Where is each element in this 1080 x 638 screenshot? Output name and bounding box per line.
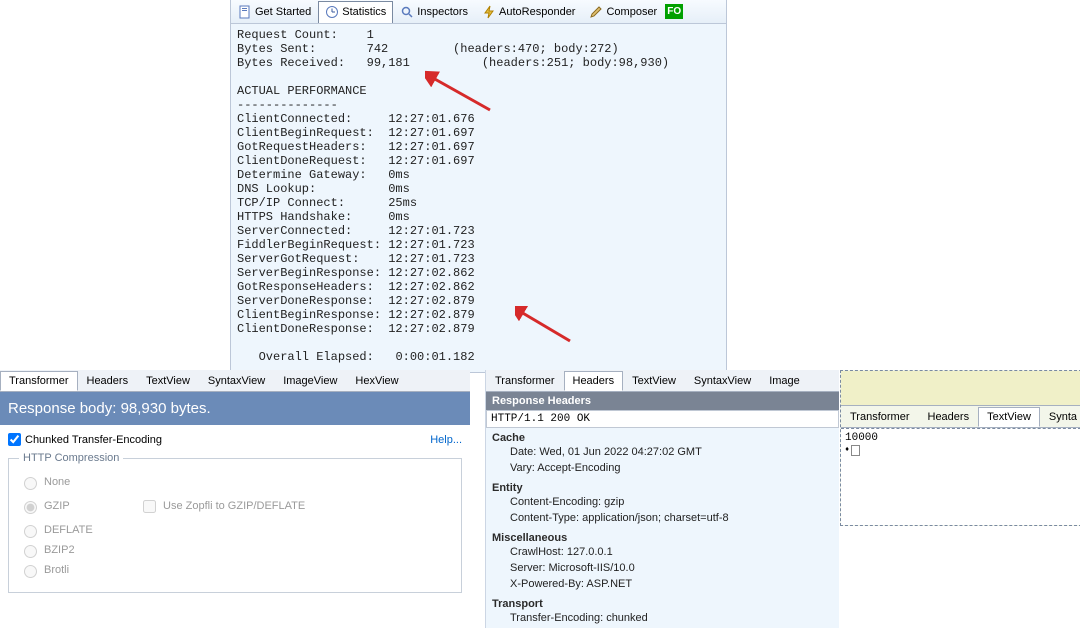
search-icon [400, 5, 414, 19]
tab-statistics[interactable]: Statistics [318, 1, 393, 24]
chunked-checkbox-row[interactable]: Chunked Transfer-Encoding [8, 433, 462, 446]
tab-transformer[interactable]: Transformer [0, 371, 78, 391]
zopfli-checkbox-row[interactable]: Use Zopfli to GZIP/DEFLATE [139, 497, 305, 516]
tab-syntaxview[interactable]: SyntaxView [199, 371, 274, 391]
bm-tabstrip: Transformer Headers TextView SyntaxView … [486, 370, 839, 392]
radio-none[interactable] [24, 477, 37, 490]
tab-get-started[interactable]: Get Started [231, 0, 318, 23]
tab-headers[interactable]: Headers [78, 371, 138, 391]
tab-transformer[interactable]: Transformer [841, 407, 919, 427]
radio-brotli[interactable] [24, 565, 37, 578]
doc-icon [238, 5, 252, 19]
pencil-icon [589, 5, 603, 19]
radio-deflate[interactable] [24, 525, 37, 538]
content-encoding-value: Content-Encoding: gzip [492, 494, 833, 510]
tab-syntaxview[interactable]: SyntaxView [685, 371, 760, 391]
statistics-panel: Get Started Statistics Inspectors AutoRe… [230, 0, 727, 373]
tab-label: AutoResponder [499, 6, 575, 18]
tab-label: Composer [606, 6, 657, 18]
http-compression-group: HTTP Compression None GZIP Use Zopfli to… [8, 452, 462, 593]
tab-headers[interactable]: Headers [564, 371, 624, 391]
fo-badge: FO [665, 4, 683, 19]
header-group-transport: Transport Transfer-Encoding: chunked [486, 598, 839, 628]
tab-composer[interactable]: Composer [582, 0, 664, 23]
top-tabstrip: Get Started Statistics Inspectors AutoRe… [231, 0, 726, 24]
tab-imageview[interactable]: Image [760, 371, 809, 391]
radio-gzip[interactable] [24, 501, 37, 514]
response-body-size: Response body: 98,930 bytes. [0, 392, 470, 425]
help-link[interactable]: Help... [430, 434, 462, 446]
response-headers-bar: Response Headers [486, 392, 839, 410]
panel-header-blank [841, 371, 1080, 406]
chunked-checkbox[interactable] [8, 433, 21, 446]
zopfli-checkbox[interactable] [143, 500, 156, 513]
radio-bzip2[interactable] [24, 545, 37, 558]
http-status: HTTP/1.1 200 OK [486, 410, 839, 428]
tab-label: Inspectors [417, 6, 468, 18]
statistics-text: Request Count: 1 Bytes Sent: 742 (header… [231, 24, 726, 372]
tab-hexview[interactable]: HexView [346, 371, 407, 391]
tab-autoresponder[interactable]: AutoResponder [475, 0, 582, 23]
tab-fo[interactable]: FO [664, 0, 684, 23]
header-group-entity: Entity Content-Encoding: gzip Content-Ty… [486, 482, 839, 528]
tab-label: Statistics [342, 6, 386, 18]
header-group-cache: Cache Date: Wed, 01 Jun 2022 04:27:02 GM… [486, 432, 839, 478]
br-tabstrip: Transformer Headers TextView Synta [841, 406, 1080, 428]
radio-deflate-row[interactable]: DEFLATE [19, 522, 451, 538]
bl-tabstrip: Transformer Headers TextView SyntaxView … [0, 370, 470, 392]
radio-none-row[interactable]: None [19, 474, 451, 490]
transformer-panel: Transformer Headers TextView SyntaxView … [0, 370, 470, 601]
headers-panel: Transformer Headers TextView SyntaxView … [485, 370, 839, 628]
tab-textview[interactable]: TextView [978, 407, 1040, 427]
chunked-label: Chunked Transfer-Encoding [25, 434, 162, 446]
clock-icon [325, 5, 339, 19]
tab-textview[interactable]: TextView [623, 371, 685, 391]
radio-bzip2-row[interactable]: BZIP2 [19, 542, 451, 558]
binary-placeholder-icon [845, 444, 1077, 456]
textview-panel: Transformer Headers TextView Synta 10000 [840, 370, 1080, 526]
tab-imageview[interactable]: ImageView [274, 371, 346, 391]
radio-brotli-row[interactable]: Brotli [19, 562, 451, 578]
compression-legend: HTTP Compression [19, 452, 123, 464]
tab-syntaxview[interactable]: Synta [1040, 407, 1080, 427]
radio-gzip-row[interactable]: GZIP [19, 498, 139, 514]
tab-headers[interactable]: Headers [919, 407, 979, 427]
header-group-misc: Miscellaneous CrawlHost: 127.0.0.1 Serve… [486, 532, 839, 594]
textview-content[interactable]: 10000 [841, 428, 1080, 525]
tab-inspectors[interactable]: Inspectors [393, 0, 475, 23]
tab-label: Get Started [255, 6, 311, 18]
tab-transformer[interactable]: Transformer [486, 371, 564, 391]
lightning-icon [482, 5, 496, 19]
tab-textview[interactable]: TextView [137, 371, 199, 391]
